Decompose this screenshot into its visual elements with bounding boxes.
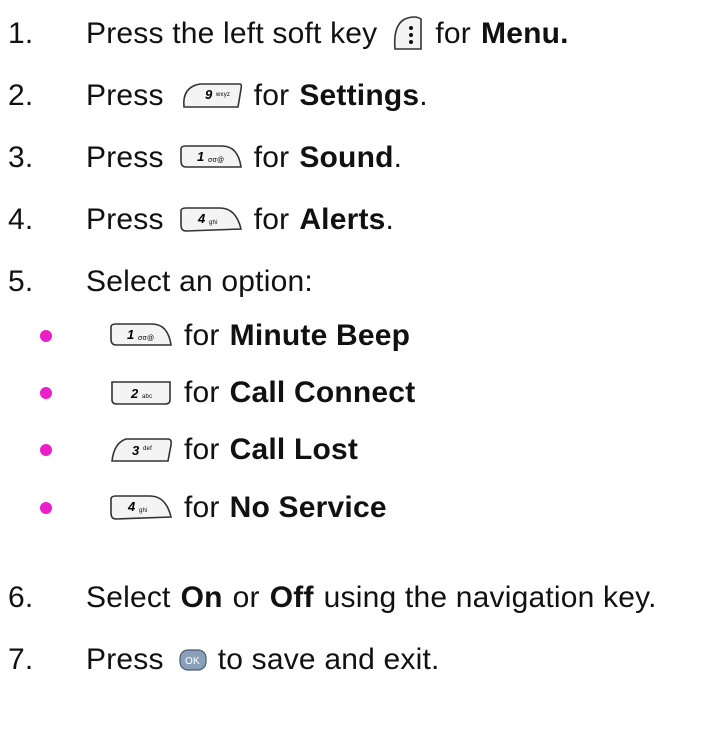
bullet [40,330,52,342]
svg-text:ghi: ghi [139,508,148,514]
svg-text:4: 4 [197,211,206,226]
svg-text:abc: abc [142,394,152,400]
step-5: 5. Select an option: [8,265,313,298]
step-2: 2. Press 9 wxyz for Settings. [8,79,428,112]
step-number: 1. [8,17,34,50]
svg-text:σσ@: σσ@ [138,335,154,342]
option-label: Call Lost [229,433,359,466]
key-4-ghi-icon: 4 ghi [178,205,244,235]
off-label: Off [269,581,314,614]
step-3: 3. Press 1 σσ@ for Sound. [8,141,403,174]
key-1-icon: 1 σσ@ [108,321,174,351]
svg-text:OK: OK [185,656,200,667]
svg-text:1: 1 [197,149,204,164]
option-no-service: 4 ghi for No Service [0,488,706,528]
left-softkey-icon [391,15,425,53]
svg-text:1: 1 [127,327,134,342]
bullet [40,502,52,514]
svg-text:2: 2 [130,386,139,401]
key-2-abc-icon: 2 abc [108,378,174,408]
key-3-def-icon: 3 def [108,435,174,465]
svg-text:ghi: ghi [209,220,218,226]
svg-text:wxyz: wxyz [215,92,230,98]
option-label: No Service [229,491,387,524]
on-label: On [180,581,223,614]
option-call-lost: 3 def for Call Lost [0,430,706,470]
step-bold: Menu. [481,17,569,50]
step-1: 1. Press the left soft key for Menu. [0,14,706,54]
key-9-wxyz-icon: 9 wxyz [178,81,244,111]
step-6: 6. Select On or Off using the navigation… [8,581,657,614]
svg-text:4: 4 [127,499,136,514]
option-label: Call Connect [229,376,416,409]
bullet [40,387,52,399]
ok-key-icon: OK [178,648,208,672]
option-label: Minute Beep [229,319,411,352]
svg-text:σσ@: σσ@ [208,157,224,164]
step-7: 7. Press OK to save and exit. [8,643,440,676]
step-4: 4. Press 4 ghi for Alerts. [8,203,395,236]
step-text: Press the left soft key [86,17,378,50]
option-call-connect: 2 abc for Call Connect [0,373,706,413]
key-4-ghi-icon: 4 ghi [108,493,174,523]
svg-text:9: 9 [205,87,213,102]
option-minute-beep: 1 σσ@ for Minute Beep [0,316,706,356]
step-text: Select an option: [86,265,313,298]
svg-text:3: 3 [132,443,140,458]
key-1-icon: 1 σσ@ [178,143,244,173]
svg-text:def: def [143,446,152,452]
bullet [40,444,52,456]
